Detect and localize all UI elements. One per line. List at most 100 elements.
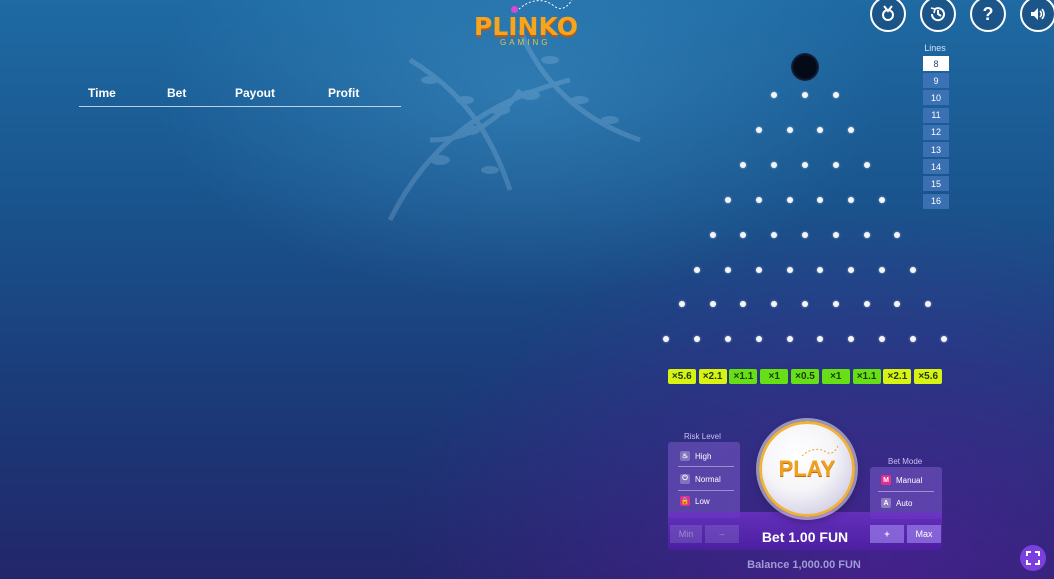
peg <box>663 336 670 343</box>
history-col-bet: Bet <box>167 86 187 100</box>
peg <box>709 231 716 238</box>
medal-icon[interactable] <box>870 0 906 32</box>
peg <box>863 161 870 168</box>
peg <box>755 266 762 273</box>
risk-option-label: Normal <box>695 474 721 484</box>
ball-drop-hole <box>791 53 819 81</box>
peg <box>817 196 824 203</box>
help-icon[interactable]: ? <box>970 0 1006 32</box>
peg <box>894 231 901 238</box>
peg <box>725 336 731 343</box>
peg <box>802 92 808 98</box>
peg <box>848 336 855 343</box>
peg <box>909 266 916 273</box>
multiplier-slot: ×1 <box>821 369 850 384</box>
peg <box>832 301 839 308</box>
lines-option-8[interactable]: 8 <box>923 56 949 71</box>
peg <box>786 196 793 203</box>
peg <box>771 161 778 168</box>
logo-subtitle: GAMING <box>500 38 551 47</box>
lines-option-12[interactable]: 12 <box>923 124 949 140</box>
peg <box>879 266 885 273</box>
divider <box>678 490 734 491</box>
play-trajectory-icon <box>801 445 839 457</box>
play-label: PLAY <box>778 456 836 481</box>
peg <box>725 266 731 273</box>
peg <box>879 336 885 343</box>
peg <box>740 301 747 308</box>
risk-option-normal[interactable]: ⏻ Normal <box>680 474 721 484</box>
sound-icon[interactable] <box>1020 0 1054 32</box>
peg <box>755 196 762 203</box>
peg <box>863 231 870 238</box>
lines-title: Lines <box>924 43 946 53</box>
multiplier-slot: ×1.1 <box>852 369 881 384</box>
peg <box>925 301 932 308</box>
balance-display: Balance 1,000.00 FUN <box>747 559 861 571</box>
peg <box>740 231 747 238</box>
peg <box>771 231 778 238</box>
peg <box>771 301 778 308</box>
power-icon: ⏻ <box>680 474 690 484</box>
multiplier-slot: ×0.5 <box>791 369 819 384</box>
peg <box>786 336 793 343</box>
bet-history-table: Time Bet Payout Profit <box>79 86 401 107</box>
history-icon[interactable] <box>920 0 956 32</box>
peg <box>740 161 747 168</box>
peg <box>817 126 824 133</box>
bet-min-button[interactable]: Min <box>670 525 702 543</box>
multiplier-slot: ×5.6 <box>667 369 696 384</box>
history-col-profit: Profit <box>328 86 360 100</box>
bet-increase-button[interactable]: + <box>870 525 904 543</box>
bet-mode-title: Bet Mode <box>888 457 923 466</box>
peg <box>832 231 839 238</box>
manual-key-icon: M <box>881 475 891 485</box>
risk-option-label: High <box>695 451 712 461</box>
peg <box>894 301 901 308</box>
bet-amount: Bet 1.00 FUN <box>761 529 849 545</box>
peg <box>725 196 731 203</box>
bet-decrease-button[interactable]: – <box>705 525 739 543</box>
risk-option-label: Low <box>695 496 710 506</box>
bet-mode-label: Manual <box>896 475 923 485</box>
bet-mode-manual[interactable]: M Manual <box>881 475 922 485</box>
lines-option-9[interactable]: 9 <box>923 73 949 89</box>
peg <box>694 266 701 273</box>
multiplier-slot: ×2.1 <box>698 369 727 384</box>
lines-option-14[interactable]: 14 <box>923 159 949 175</box>
multiplier-slot: ×1.1 <box>729 369 758 384</box>
peg <box>802 301 808 308</box>
bet-mode-auto[interactable]: A Auto <box>881 498 912 508</box>
risk-level-title: Risk Level <box>684 432 721 441</box>
lines-option-16[interactable]: 16 <box>923 193 949 209</box>
peg <box>755 126 762 133</box>
peg <box>863 301 870 308</box>
lines-option-13[interactable]: 13 <box>923 142 949 157</box>
auto-key-icon: A <box>881 498 891 508</box>
lock-icon: 🔒 <box>680 496 690 506</box>
lines-option-11[interactable]: 11 <box>923 107 949 123</box>
peg <box>940 336 947 343</box>
lines-option-15[interactable]: 15 <box>923 176 949 192</box>
lines-option-10[interactable]: 10 <box>923 90 949 106</box>
peg <box>709 301 716 308</box>
peg <box>786 126 793 133</box>
bet-max-button[interactable]: Max <box>907 525 941 543</box>
peg <box>694 336 701 343</box>
peg <box>848 126 855 133</box>
play-button[interactable]: PLAY <box>759 421 855 517</box>
risk-option-low[interactable]: 🔒 Low <box>680 496 710 506</box>
peg <box>909 336 916 343</box>
history-header-row: Time Bet Payout Profit <box>79 86 401 107</box>
peg <box>802 161 808 168</box>
background-swirl <box>387 29 641 222</box>
peg <box>832 161 839 168</box>
peg <box>817 336 824 343</box>
logo-word: PLINKO <box>474 12 578 41</box>
peg <box>786 266 793 273</box>
peg <box>848 266 855 273</box>
divider <box>678 466 734 467</box>
fullscreen-icon[interactable] <box>1020 545 1046 571</box>
risk-option-high[interactable]: ♨ High <box>680 451 711 461</box>
multiplier-slot: ×2.1 <box>883 369 912 384</box>
